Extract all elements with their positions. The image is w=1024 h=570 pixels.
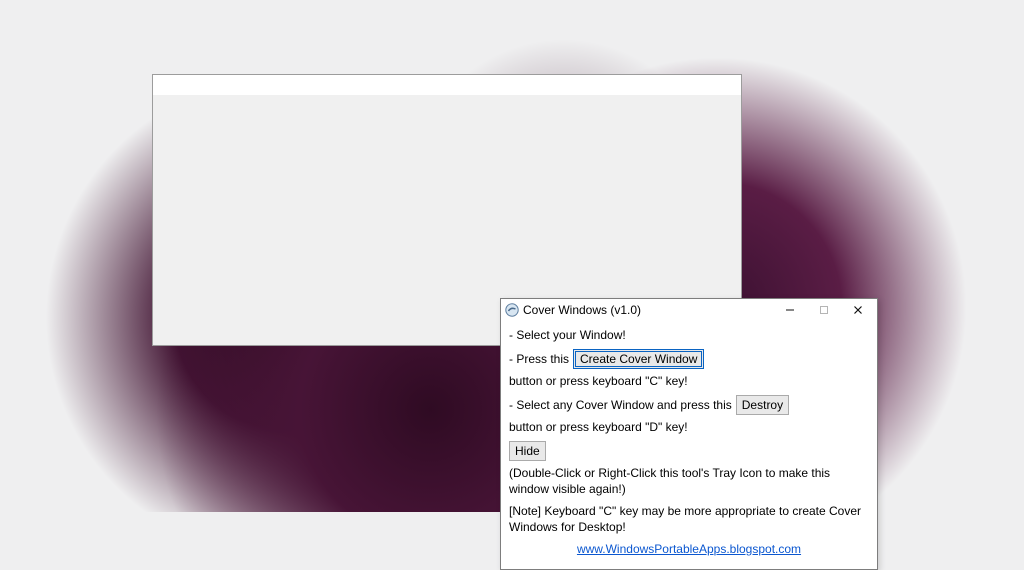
instruction-create: - Press this Create Cover Window button … <box>509 349 869 389</box>
text: - Select any Cover Window and press this <box>509 397 732 413</box>
app-icon <box>505 303 519 317</box>
instruction-select-window: - Select your Window! <box>509 327 869 343</box>
text: (Double-Click or Right-Click this tool's… <box>509 465 869 497</box>
cover-windows-dialog: Cover Windows (v1.0) - Select your Windo… <box>500 298 878 570</box>
create-cover-window-button[interactable]: Create Cover Window <box>573 349 704 369</box>
text: - Select your Window! <box>509 327 626 343</box>
titlebar[interactable]: Cover Windows (v1.0) <box>501 299 877 321</box>
text: button or press keyboard "C" key! <box>509 373 688 389</box>
close-button[interactable] <box>841 300 875 320</box>
cover-window-titlebar[interactable] <box>153 75 741 95</box>
minimize-button[interactable] <box>773 300 807 320</box>
link-row: www.WindowsPortableApps.blogspot.com <box>509 541 869 557</box>
text: [Note] Keyboard "C" key may be more appr… <box>509 503 869 535</box>
dialog-body: - Select your Window! - Press this Creat… <box>501 321 877 569</box>
destroy-button[interactable]: Destroy <box>736 395 789 415</box>
hide-button[interactable]: Hide <box>509 441 546 461</box>
homepage-link[interactable]: www.WindowsPortableApps.blogspot.com <box>577 541 801 557</box>
maximize-button[interactable] <box>807 300 841 320</box>
window-title: Cover Windows (v1.0) <box>523 303 641 317</box>
text: - Press this <box>509 351 569 367</box>
text: button or press keyboard "D" key! <box>509 419 688 435</box>
note-text: [Note] Keyboard "C" key may be more appr… <box>509 503 869 535</box>
instruction-destroy: - Select any Cover Window and press this… <box>509 395 869 435</box>
instruction-hide: Hide (Double-Click or Right-Click this t… <box>509 441 869 497</box>
